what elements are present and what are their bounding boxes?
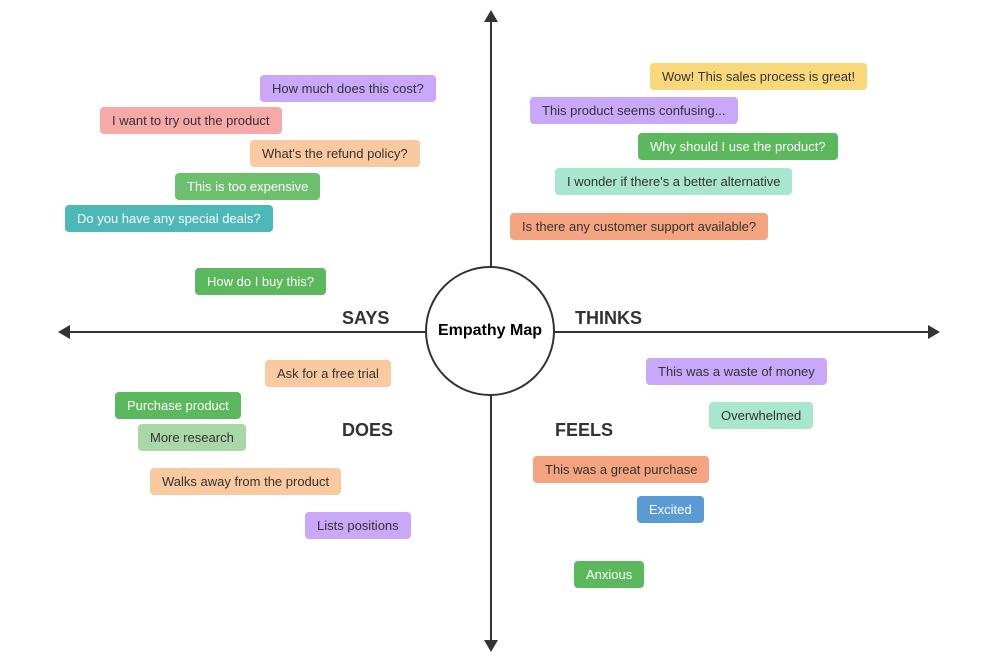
- does-note-2[interactable]: Purchase product: [115, 392, 241, 419]
- does-note-5[interactable]: Lists positions: [305, 512, 411, 539]
- feels-note-3[interactable]: This was a great purchase: [533, 456, 709, 483]
- center-circle: Empathy Map: [425, 266, 555, 396]
- thinks-label: THINKS: [575, 308, 642, 329]
- feels-note-2[interactable]: Overwhelmed: [709, 402, 813, 429]
- feels-label: FEELS: [555, 420, 613, 441]
- arrow-right: [928, 325, 940, 339]
- says-label: SAYS: [342, 308, 389, 329]
- does-note-3[interactable]: More research: [138, 424, 246, 451]
- thinks-note-1[interactable]: Wow! This sales process is great!: [650, 63, 867, 90]
- says-note-5[interactable]: Do you have any special deals?: [65, 205, 273, 232]
- says-note-3[interactable]: What's the refund policy?: [250, 140, 420, 167]
- does-label: DOES: [342, 420, 393, 441]
- does-note-4[interactable]: Walks away from the product: [150, 468, 341, 495]
- does-note-1[interactable]: Ask for a free trial: [265, 360, 391, 387]
- says-note-6[interactable]: How do I buy this?: [195, 268, 326, 295]
- says-note-1[interactable]: How much does this cost?: [260, 75, 436, 102]
- says-note-4[interactable]: This is too expensive: [175, 173, 320, 200]
- thinks-note-3[interactable]: Why should I use the product?: [638, 133, 838, 160]
- arrow-left: [58, 325, 70, 339]
- feels-note-5[interactable]: Anxious: [574, 561, 644, 588]
- center-title: Empathy Map: [438, 322, 542, 340]
- arrow-up: [484, 10, 498, 22]
- empathy-map-canvas: Empathy Map SAYS THINKS DOES FEELS How m…: [0, 0, 1000, 663]
- thinks-note-5[interactable]: Is there any customer support available?: [510, 213, 768, 240]
- thinks-note-4[interactable]: I wonder if there's a better alternative: [555, 168, 792, 195]
- feels-note-1[interactable]: This was a waste of money: [646, 358, 827, 385]
- says-note-2[interactable]: I want to try out the product: [100, 107, 282, 134]
- thinks-note-2[interactable]: This product seems confusing...: [530, 97, 738, 124]
- arrow-down: [484, 640, 498, 652]
- feels-note-4[interactable]: Excited: [637, 496, 704, 523]
